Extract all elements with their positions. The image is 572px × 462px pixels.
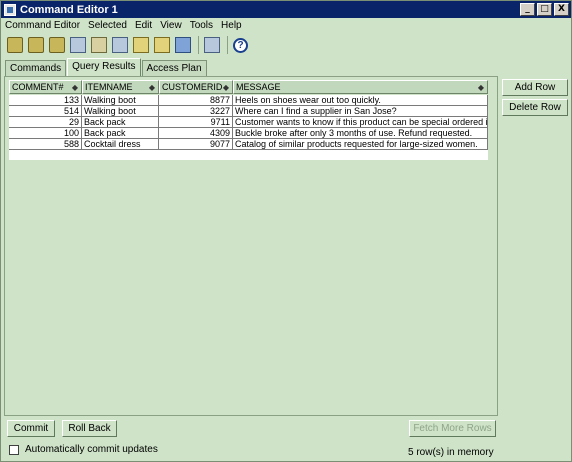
close-button[interactable]: X xyxy=(554,3,569,16)
options-icon[interactable] xyxy=(154,37,170,53)
tab-strip: Commands Query Results Access Plan xyxy=(5,58,208,76)
results-grid: COMMENT# ◆ ITEMNAME ◆ CUSTOMERID ◆ MESSAGE ◆… xyxy=(9,80,491,166)
column-header-message[interactable]: MESSAGE ◆ xyxy=(233,80,488,94)
results-icon[interactable] xyxy=(204,37,220,53)
delete-row-button[interactable]: Delete Row xyxy=(502,99,568,116)
menu-bar: Command Editor Selected Edit View Tools … xyxy=(1,18,571,32)
new-row-placeholder[interactable] xyxy=(9,150,488,160)
app-icon xyxy=(4,3,16,16)
save-icon[interactable] xyxy=(112,37,128,53)
maximize-button[interactable]: □ xyxy=(537,3,552,16)
window-title: Command Editor 1 xyxy=(20,3,118,16)
open-icon[interactable] xyxy=(91,37,107,53)
sort-icon: ◆ xyxy=(148,83,155,92)
title-bar: Command Editor 1 _ □ X xyxy=(1,1,571,18)
menu-command-editor[interactable]: Command Editor xyxy=(5,20,80,31)
table-row[interactable]: 100 Back pack 4309 Buckle broke after on… xyxy=(9,128,488,139)
tab-commands[interactable]: Commands xyxy=(5,60,67,76)
auto-commit-label: Automatically commit updates xyxy=(25,444,158,455)
sort-icon: ◆ xyxy=(477,83,484,92)
auto-commit-option: Automatically commit updates xyxy=(9,444,158,455)
rows-in-memory-status: 5 row(s) in memory xyxy=(408,447,494,458)
query-builder-icon[interactable] xyxy=(49,37,65,53)
toolbar-separator xyxy=(227,36,228,54)
sort-icon: ◆ xyxy=(222,83,229,92)
menu-tools[interactable]: Tools xyxy=(190,20,213,31)
menu-help[interactable]: Help xyxy=(221,20,242,31)
tab-access-plan[interactable]: Access Plan xyxy=(141,60,207,76)
monitor-icon[interactable] xyxy=(175,37,191,53)
column-header-itemname[interactable]: ITEMNAME ◆ xyxy=(82,80,159,94)
table-row[interactable]: 133 Walking boot 8877 Heels on shoes wea… xyxy=(9,95,488,106)
table-row[interactable]: 29 Back pack 9711 Customer wants to know… xyxy=(9,117,488,128)
minimize-button[interactable]: _ xyxy=(520,3,535,16)
fetch-more-rows-button[interactable]: Fetch More Rows xyxy=(409,420,496,437)
help-icon[interactable]: ? xyxy=(233,37,248,53)
explain-icon[interactable] xyxy=(28,37,44,53)
query-results-panel: COMMENT# ◆ ITEMNAME ◆ CUSTOMERID ◆ MESSAGE ◆… xyxy=(4,76,498,416)
tab-query-results[interactable]: Query Results xyxy=(67,58,141,76)
script-icon[interactable] xyxy=(70,37,86,53)
toolbar: ? xyxy=(1,33,571,57)
add-row-button[interactable]: Add Row xyxy=(502,79,568,96)
sort-icon: ◆ xyxy=(71,83,78,92)
toolbar-separator xyxy=(198,36,199,54)
rollback-button[interactable]: Roll Back xyxy=(62,420,117,437)
column-header-customerid[interactable]: CUSTOMERID ◆ xyxy=(159,80,233,94)
column-header-comment[interactable]: COMMENT# ◆ xyxy=(9,80,82,94)
menu-view[interactable]: View xyxy=(160,20,182,31)
command-editor-window: Command Editor 1 _ □ X Command Editor Se… xyxy=(0,0,572,462)
table-row[interactable]: 588 Cocktail dress 9077 Catalog of simil… xyxy=(9,139,488,150)
commit-button[interactable]: Commit xyxy=(7,420,55,437)
table-row[interactable]: 514 Walking boot 3227 Where can I find a… xyxy=(9,106,488,117)
auto-commit-checkbox[interactable] xyxy=(9,444,19,455)
menu-edit[interactable]: Edit xyxy=(135,20,152,31)
menu-selected[interactable]: Selected xyxy=(88,20,127,31)
find-icon[interactable] xyxy=(133,37,149,53)
execute-icon[interactable] xyxy=(7,37,23,53)
